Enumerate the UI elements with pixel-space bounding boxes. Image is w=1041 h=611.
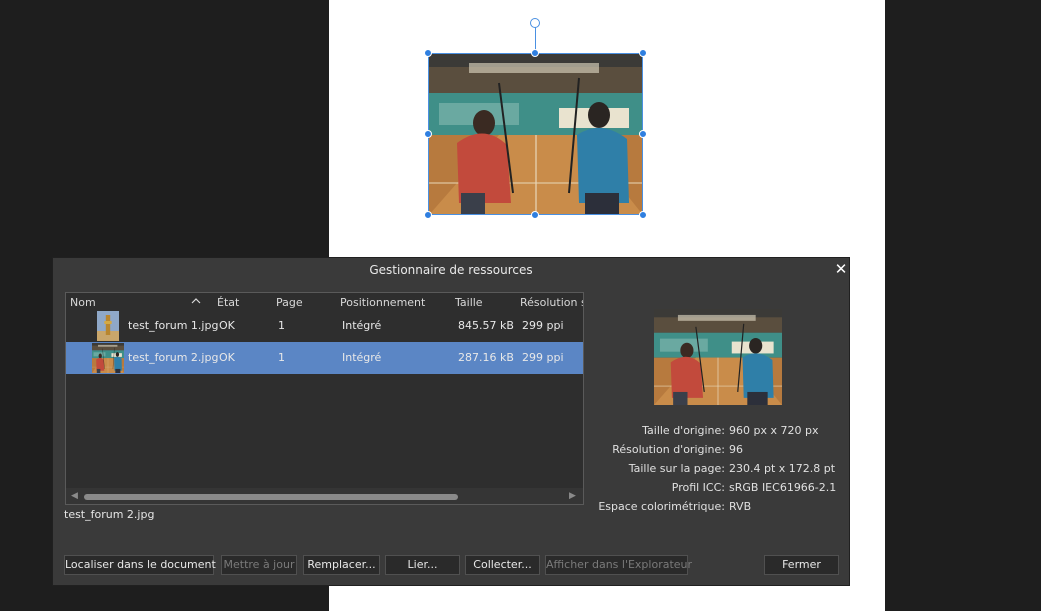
resize-handle-bottom-left[interactable] [424, 211, 432, 219]
info-value-original-resolution: 96 [729, 443, 743, 456]
resize-handle-top-left[interactable] [424, 49, 432, 57]
info-label-original-resolution: Résolution d'origine: [612, 443, 725, 456]
info-label-original-size: Taille d'origine: [642, 424, 725, 437]
row-size: 287.16 kB [458, 351, 514, 364]
row-state: OK [219, 351, 235, 364]
selected-file-name: test_forum 2.jpg [64, 508, 155, 521]
close-button[interactable]: Fermer [764, 555, 839, 575]
column-header-size[interactable]: Taille [455, 296, 483, 309]
row-thumbnail [97, 311, 119, 341]
row-state: OK [219, 319, 235, 332]
scroll-left-icon[interactable]: ◀ [71, 491, 78, 501]
row-placement: Intégré [342, 319, 382, 332]
replace-button[interactable]: Remplacer... [303, 555, 380, 575]
column-header-name[interactable]: Nom [70, 296, 96, 309]
column-header-state[interactable]: État [217, 296, 239, 309]
column-header-page[interactable]: Page [276, 296, 303, 309]
workspace-background [885, 0, 1041, 611]
table-row-selected[interactable]: test_forum 2.jpg OK 1 Intégré 287.16 kB … [66, 342, 583, 374]
info-value-icc-profile: sRGB IEC61966-2.1 [729, 481, 837, 494]
row-page: 1 [278, 319, 285, 332]
selection-box [428, 53, 643, 215]
row-thumbnail [92, 343, 124, 373]
info-value-color-space: RVB [729, 500, 752, 513]
row-file-name: test_forum 2.jpg [128, 351, 219, 364]
info-label-page-size: Taille sur la page: [628, 462, 725, 475]
image-preview [654, 309, 782, 405]
row-file-name: test_forum 1.jpg [128, 319, 219, 332]
scrollbar-thumb[interactable] [84, 494, 458, 500]
row-page: 1 [278, 351, 285, 364]
resize-handle-bottom[interactable] [531, 211, 539, 219]
close-icon[interactable]: ✕ [834, 262, 848, 277]
column-header-placement[interactable]: Positionnement [340, 296, 425, 309]
row-resolution: 299 ppi [522, 319, 564, 332]
resize-handle-top[interactable] [531, 49, 539, 57]
resize-handle-right[interactable] [639, 130, 647, 138]
collect-button[interactable]: Collecter... [465, 555, 540, 575]
update-button[interactable]: Mettre à jour [221, 555, 297, 575]
dialog-title: Gestionnaire de ressources [369, 263, 533, 277]
table-row[interactable]: test_forum 1.jpg OK 1 Intégré 845.57 kB … [66, 310, 583, 342]
info-value-original-size: 960 px x 720 px [729, 424, 819, 437]
resource-manager-dialog: Gestionnaire de ressources ✕ Nom État Pa… [52, 257, 850, 586]
resize-handle-bottom-right[interactable] [639, 211, 647, 219]
row-resolution: 299 ppi [522, 351, 564, 364]
locate-in-document-button[interactable]: Localiser dans le document [64, 555, 216, 575]
resize-handle-left[interactable] [424, 130, 432, 138]
rotation-handle-icon[interactable] [530, 18, 540, 28]
info-label-color-space: Espace colorimétrique: [598, 500, 725, 513]
info-label-icc-profile: Profil ICC: [671, 481, 725, 494]
row-placement: Intégré [342, 351, 382, 364]
resize-handle-top-right[interactable] [639, 49, 647, 57]
show-in-explorer-button[interactable]: Afficher dans l'Explorateur [545, 555, 692, 575]
column-header-resolution[interactable]: Résolution su [520, 296, 583, 309]
info-value-page-size: 230.4 pt x 172.8 pt [729, 462, 836, 475]
link-button[interactable]: Lier... [385, 555, 460, 575]
row-size: 845.57 kB [458, 319, 514, 332]
sort-up-icon[interactable] [190, 296, 202, 306]
